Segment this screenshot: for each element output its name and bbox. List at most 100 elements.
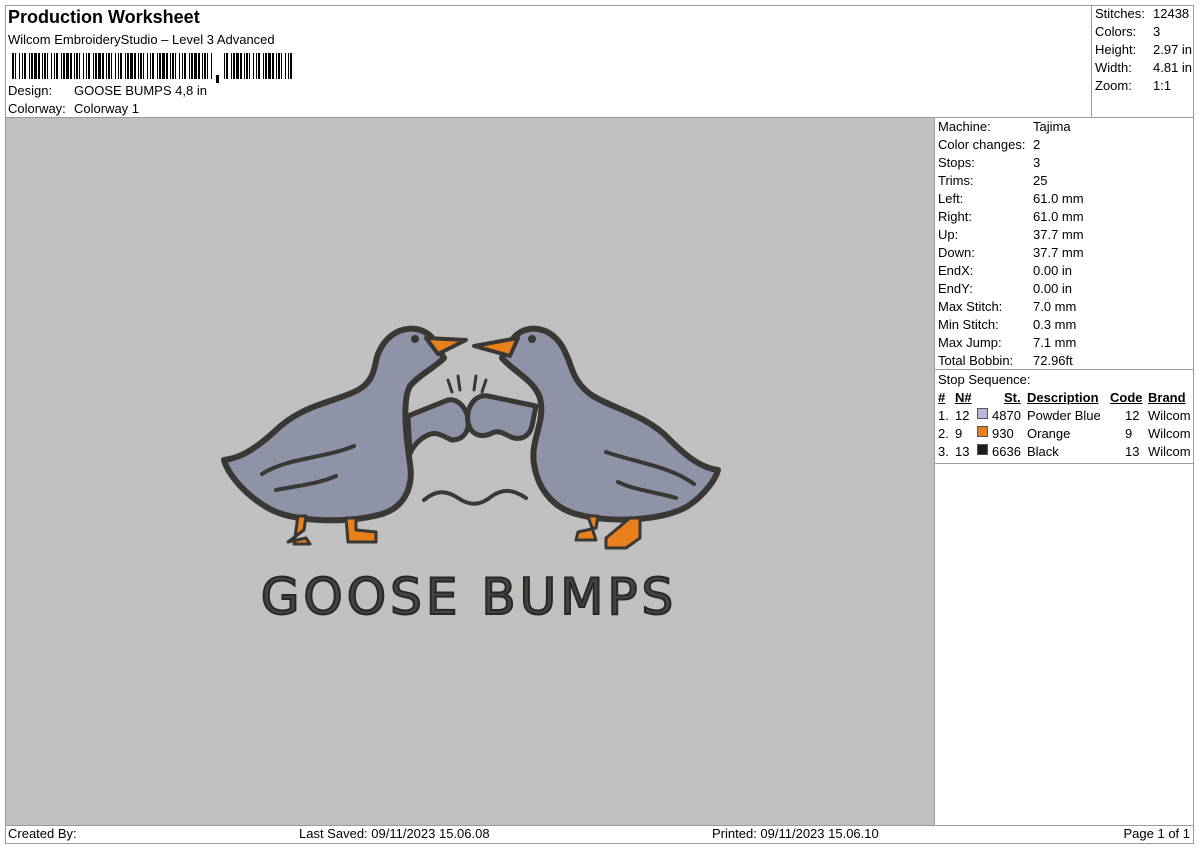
stop-row: 3. 13 6636 Black 13 Wilcom [935,444,1194,462]
stop-code: 9 [1125,426,1133,441]
colorway-label: Colorway: [8,101,66,116]
stop-num: 2. [938,426,949,441]
machine-row-value: 61.0 mm [1033,209,1084,224]
stop-description: Powder Blue [1027,408,1101,423]
machine-row-label: Down: [938,245,975,260]
worksheet-footer: Created By: Last Saved: 09/11/2023 15.06… [6,825,1194,844]
machine-row-value: 37.7 mm [1033,227,1084,242]
height-label: Height: [1095,42,1137,57]
stop-needle: 9 [955,426,963,441]
summary-box: Stitches: 12438 Colors: 3 Height: 2.97 in W… [1091,5,1194,117]
width-row: Width: 4.81 in [1095,60,1192,75]
stop-sequence-title: Stop Sequence: [938,372,1031,387]
embroidery-artwork: GOOSE BUMPS [221,325,721,627]
stop-brand: Wilcom [1148,408,1191,423]
width-value: 4.81 in [1153,60,1193,75]
col-code: Code [1110,390,1143,405]
worksheet-header: Production Worksheet Wilcom EmbroiderySt… [5,5,1091,117]
zoom-value: 1:1 [1153,78,1172,93]
machine-row-label: Max Stitch: [938,299,1003,314]
machine-row: Color changes: 2 [938,137,1040,152]
machine-row: EndX: 0.00 in [938,263,1072,278]
col-brand: Brand [1148,390,1186,405]
machine-row: Total Bobbin: 72.96ft [938,353,1073,368]
stop-needle: 13 [955,444,970,459]
canvas-divider [934,117,935,825]
col-needle: N# [955,390,972,405]
stop-row: 1. 12 4870 Powder Blue 12 Wilcom [935,408,1194,426]
stop-divider [935,369,1194,370]
stop-stitches: 930 [992,426,1014,441]
col-description: Description [1027,390,1099,405]
color-swatch [977,444,988,455]
height-value: 2.97 in [1153,42,1193,57]
right-goose-fist [465,393,539,441]
machine-row: Max Jump: 7.1 mm [938,335,1076,350]
machine-row: Left: 61.0 mm [938,191,1084,206]
left-goose-fist [405,397,471,457]
stitches-value: 12438 [1153,6,1190,21]
water-ripple [422,489,528,506]
machine-row-value: 0.3 mm [1033,317,1077,332]
col-num: # [938,390,946,405]
stitches-label: Stitches: [1095,6,1145,21]
machine-row-label: EndY: [938,281,973,296]
left-goose-eye [411,335,419,343]
machine-row: Stops: 3 [938,155,1040,170]
machine-row-value: 0.00 in [1033,263,1073,278]
stitches-row: Stitches: 12438 [1095,6,1189,21]
machine-row-label: EndX: [938,263,974,278]
machine-row-value: 61.0 mm [1033,191,1084,206]
machine-row: Down: 37.7 mm [938,245,1084,260]
last-saved: Last Saved: 09/11/2023 15.06.08 [299,826,490,841]
machine-row: Min Stitch: 0.3 mm [938,317,1076,332]
design-text: GOOSE BUMPS [261,568,678,626]
height-row: Height: 2.97 in [1095,42,1192,57]
zoom-label: Zoom: [1095,78,1132,93]
software-name: Wilcom EmbroideryStudio – Level 3 Advanc… [8,32,275,47]
machine-row-value: 3 [1033,155,1041,170]
machine-row-value: 72.96ft [1033,353,1073,368]
stop-table-bottom [935,463,1194,464]
stop-stitches: 6636 [992,444,1021,459]
machine-row-label: Color changes: [938,137,1026,152]
stop-description: Black [1027,444,1059,459]
stop-num: 1. [938,408,949,423]
col-stitches: St. [1004,390,1021,405]
colors-label: Colors: [1095,24,1137,39]
machine-row-label: Min Stitch: [938,317,999,332]
machine-row-value: 2 [1033,137,1041,152]
page-number: Page 1 of 1 [1123,826,1191,841]
stop-code: 13 [1125,444,1140,459]
impact-marks [446,374,488,394]
right-goose-beak [472,336,520,358]
right-goose-eye [528,335,536,343]
stop-brand: Wilcom [1148,444,1191,459]
machine-row-value: 7.0 mm [1033,299,1077,314]
machine-row: Trims: 25 [938,173,1047,188]
created-by: Created By: [8,826,77,841]
machine-row: Machine: Tajima [938,119,1071,134]
machine-row-label: Max Jump: [938,335,1002,350]
stop-brand: Wilcom [1148,426,1191,441]
design-label: Design: [8,83,53,98]
machine-row: Max Stitch: 7.0 mm [938,299,1076,314]
machine-row: Up: 37.7 mm [938,227,1084,242]
page-title: Production Worksheet [8,7,200,27]
machine-row-value: 37.7 mm [1033,245,1084,260]
machine-row-value: 25 [1033,173,1048,188]
design-value: GOOSE BUMPS 4,8 in [74,83,207,98]
color-swatch [977,408,988,419]
design-preview: GOOSE BUMPS [6,118,934,825]
colors-row: Colors: 3 [1095,24,1160,39]
machine-row-label: Total Bobbin: [938,353,1014,368]
stop-needle: 12 [955,408,970,423]
printed-date: Printed: 09/11/2023 15.06.10 [712,826,879,841]
machine-row: EndY: 0.00 in [938,281,1072,296]
machine-row: Right: 61.0 mm [938,209,1084,224]
machine-row-label: Stops: [938,155,975,170]
colors-value: 3 [1153,24,1161,39]
machine-row-label: Left: [938,191,964,206]
stop-row: 2. 9 930 Orange 9 Wilcom [935,426,1194,444]
color-swatch [977,426,988,437]
